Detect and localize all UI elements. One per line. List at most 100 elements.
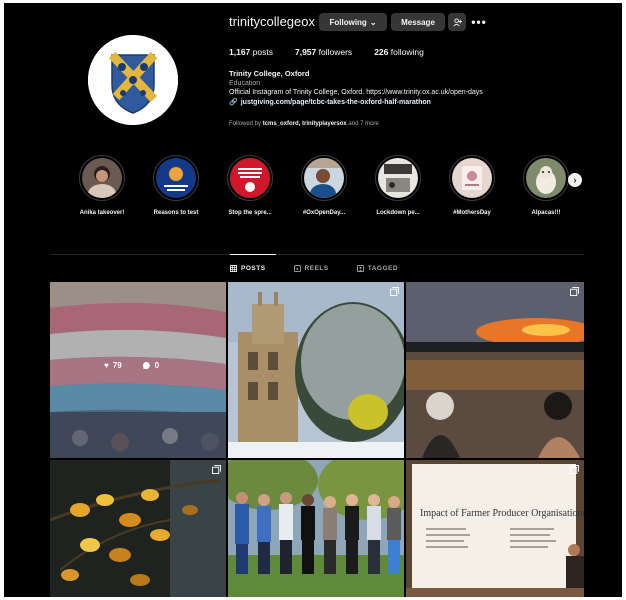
tab-tagged-label: TAGGED <box>367 265 399 272</box>
highlight-label: Alpacas!!! <box>531 210 561 216</box>
profile-external-link[interactable]: 🔗 justgiving.com/page/tcbc-takes-the-oxf… <box>229 98 559 108</box>
highlight-item[interactable]: Stop the spre... <box>218 155 282 216</box>
following-button[interactable]: Following ⌄ <box>319 13 387 31</box>
highlight-ring <box>227 155 273 201</box>
message-button[interactable]: Message <box>391 13 445 31</box>
highlight-ring <box>449 155 495 201</box>
link-icon: 🔗 <box>229 98 238 106</box>
reels-icon <box>293 265 301 272</box>
autumn-leaves-photo <box>50 460 226 597</box>
posts-count: 1,167 <box>229 47 251 57</box>
profile-category: Education <box>229 79 261 87</box>
following-count: 226 <box>374 47 389 57</box>
highlights-next-button[interactable]: › <box>568 173 582 187</box>
suggested-accounts-button[interactable] <box>448 13 466 31</box>
followers-label: followers <box>318 47 353 57</box>
tab-posts[interactable]: POSTS <box>230 265 266 272</box>
chevron-down-icon: ⌄ <box>369 17 377 27</box>
heart-icon: ♥ <box>104 361 109 370</box>
highlight-item[interactable]: #MothersDay <box>440 155 504 216</box>
profile-tabs: POSTS REELS TAGGED <box>230 265 398 272</box>
red-poster-icon <box>230 158 270 198</box>
profile-full-name: Trinity College, Oxford <box>229 69 310 78</box>
post-tile[interactable]: Impact of Farmer Producer Organisations <box>406 460 584 597</box>
highlight-ring <box>153 155 199 201</box>
followed-by-names: tcms_oxford, trinityplayersox <box>262 121 347 127</box>
tagged-icon <box>356 265 364 272</box>
profile-username: trinitycollegeox <box>229 14 315 29</box>
highlight-label: #OxOpenDay... <box>302 210 346 216</box>
presentation-slide-photo <box>406 460 584 597</box>
message-button-label: Message <box>401 17 435 27</box>
highlight-item[interactable]: #OxOpenDay... <box>292 155 356 216</box>
highlight-label: Anika takeover! <box>79 210 125 216</box>
highlight-item[interactable]: Alpacas!!! <box>514 155 578 216</box>
following-button-label: Following <box>329 17 367 27</box>
multiple-photos-icon <box>212 465 221 474</box>
likes-count: 79 <box>112 361 122 370</box>
info-badge-icon <box>156 158 196 198</box>
trans-flag-photo <box>50 282 226 458</box>
following-label: following <box>390 47 424 57</box>
followed-by-line[interactable]: Followed by tcms_oxford, trinityplayerso… <box>229 121 379 127</box>
story-highlights: Anika takeover! Reasons to test Stop the… <box>70 155 610 225</box>
post-tile[interactable] <box>406 282 584 458</box>
profile-avatar[interactable] <box>88 35 178 125</box>
poster-icon <box>378 158 418 198</box>
instagram-profile-page: trinitycollegeox Following ⌄ Message •••… <box>4 3 622 597</box>
college-chapel-photo <box>228 282 404 458</box>
person-portrait-icon <box>304 158 344 198</box>
comments-stat: 0 <box>142 361 159 370</box>
highlight-label: Reasons to test <box>153 210 199 216</box>
posts-label: posts <box>252 47 273 57</box>
following-stat[interactable]: 226 following <box>374 47 424 57</box>
add-person-icon <box>453 17 462 26</box>
chevron-right-icon: › <box>573 175 577 185</box>
posts-stat: 1,167 posts <box>229 47 273 57</box>
post-tile[interactable] <box>228 282 404 458</box>
comments-count: 0 <box>154 361 160 370</box>
followers-stat[interactable]: 7,957 followers <box>295 47 352 57</box>
profile-stats: 1,167 posts 7,957 followers 226 followin… <box>229 47 424 57</box>
highlight-item[interactable]: Reasons to test <box>144 155 208 216</box>
post-tile[interactable] <box>50 460 226 597</box>
alpaca-icon <box>526 158 566 198</box>
multiple-photos-icon <box>570 465 579 474</box>
post-tile[interactable]: ♥ 79 0 <box>50 282 226 458</box>
tab-reels-label: REELS <box>304 265 329 272</box>
highlight-label: #MothersDay <box>453 210 491 216</box>
grid-icon <box>230 265 237 272</box>
highlight-ring <box>301 155 347 201</box>
highlight-item[interactable]: Lockdown pe... <box>366 155 430 216</box>
multiple-photos-icon <box>390 287 399 296</box>
group-photo <box>228 460 404 597</box>
profile-link-text: justgiving.com/page/tcbc-takes-the-oxfor… <box>240 98 431 106</box>
highlight-ring <box>375 155 421 201</box>
post-hover-stats: ♥ 79 0 <box>104 361 159 370</box>
more-dots-icon: ••• <box>471 15 487 29</box>
followed-by-suffix: and 7 more <box>348 121 379 127</box>
highlight-item[interactable]: Anika takeover! <box>70 155 134 216</box>
likes-stat: ♥ 79 <box>104 361 122 370</box>
tab-tagged[interactable]: TAGGED <box>356 265 399 272</box>
highlight-ring <box>523 155 569 201</box>
slide-title: Impact of Farmer Producer Organisations <box>420 508 584 519</box>
multiple-photos-icon <box>570 287 579 296</box>
highlight-label: Stop the spre... <box>228 210 272 216</box>
post-tile[interactable] <box>228 460 404 597</box>
profile-bio: Trinity College, Oxford Education Offici… <box>229 69 559 107</box>
highlight-label: Lockdown pe... <box>376 210 420 216</box>
tab-posts-label: POSTS <box>241 265 266 272</box>
college-crest-icon <box>88 35 178 125</box>
sunset-swim-photo <box>406 282 584 458</box>
followers-count: 7,957 <box>294 47 317 57</box>
card-icon <box>452 158 492 198</box>
followed-by-prefix: Followed by <box>229 121 262 127</box>
more-options-button[interactable]: ••• <box>471 13 487 31</box>
comment-bubble-icon <box>142 361 150 370</box>
profile-bio-text: Official Instagram of Trinity College, O… <box>229 89 483 96</box>
person-portrait-icon <box>82 158 122 198</box>
tabs-divider <box>50 254 584 255</box>
highlight-ring <box>79 155 125 201</box>
tab-reels[interactable]: REELS <box>293 265 329 272</box>
